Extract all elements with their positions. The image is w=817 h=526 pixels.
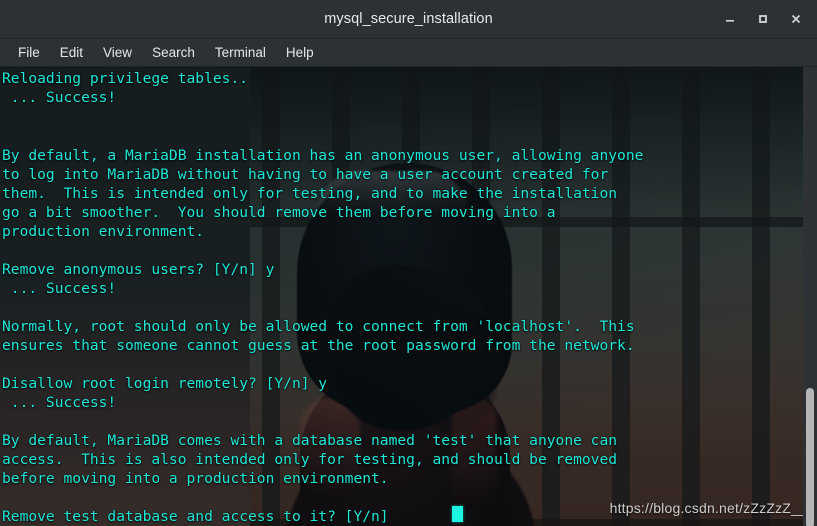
minimize-icon	[726, 20, 734, 22]
window-controls	[715, 0, 811, 38]
terminal-line: Reloading privilege tables..	[2, 70, 249, 87]
terminal-line: ... Success!	[2, 89, 117, 106]
title-bar[interactable]: mysql_secure_installation	[0, 0, 817, 39]
terminal-line: go a bit smoother. You should remove the…	[2, 204, 556, 221]
close-icon	[791, 14, 801, 24]
terminal-line: to log into MariaDB without having to ha…	[2, 166, 609, 183]
menu-item-view[interactable]: View	[93, 43, 142, 62]
terminal-line: ... Success!	[2, 394, 117, 411]
terminal-line: them. This is intended only for testing,…	[2, 185, 618, 202]
terminal-window: mysql_secure_installation File Edit View…	[0, 0, 817, 526]
minimize-button[interactable]	[715, 4, 745, 34]
terminal-line: By default, MariaDB comes with a databas…	[2, 432, 618, 449]
close-button[interactable]	[781, 4, 811, 34]
menu-item-edit[interactable]: Edit	[50, 43, 93, 62]
terminal-line: before moving into a production environm…	[2, 470, 389, 487]
menu-item-help[interactable]: Help	[276, 43, 324, 62]
terminal-line: Normally, root should only be allowed to…	[2, 318, 635, 335]
terminal-line: Remove test database and access to it? […	[2, 508, 398, 525]
terminal-scrollbar[interactable]	[803, 67, 817, 526]
watermark-text: https://blog.csdn.net/zZzZzZ__	[609, 500, 807, 516]
terminal-line: production environment.	[2, 223, 205, 240]
terminal-line: Disallow root login remotely? [Y/n] y	[2, 375, 328, 392]
menu-item-file[interactable]: File	[8, 43, 50, 62]
menu-bar: File Edit View Search Terminal Help	[0, 39, 817, 67]
terminal-line: By default, a MariaDB installation has a…	[2, 147, 644, 164]
terminal-cursor	[452, 506, 463, 522]
terminal-text-area[interactable]: Reloading privilege tables.. ... Success…	[0, 67, 817, 526]
maximize-button[interactable]	[748, 4, 778, 34]
scrollbar-thumb[interactable]	[806, 388, 814, 526]
window-title: mysql_secure_installation	[324, 11, 493, 27]
menu-item-terminal[interactable]: Terminal	[205, 43, 276, 62]
terminal-body[interactable]: Reloading privilege tables.. ... Success…	[0, 67, 817, 526]
terminal-line: ensures that someone cannot guess at the…	[2, 337, 635, 354]
terminal-line: Remove anonymous users? [Y/n] y	[2, 261, 275, 278]
menu-item-search[interactable]: Search	[142, 43, 205, 62]
terminal-line: access. This is also intended only for t…	[2, 451, 618, 468]
maximize-icon	[759, 15, 767, 23]
terminal-line: ... Success!	[2, 280, 117, 297]
